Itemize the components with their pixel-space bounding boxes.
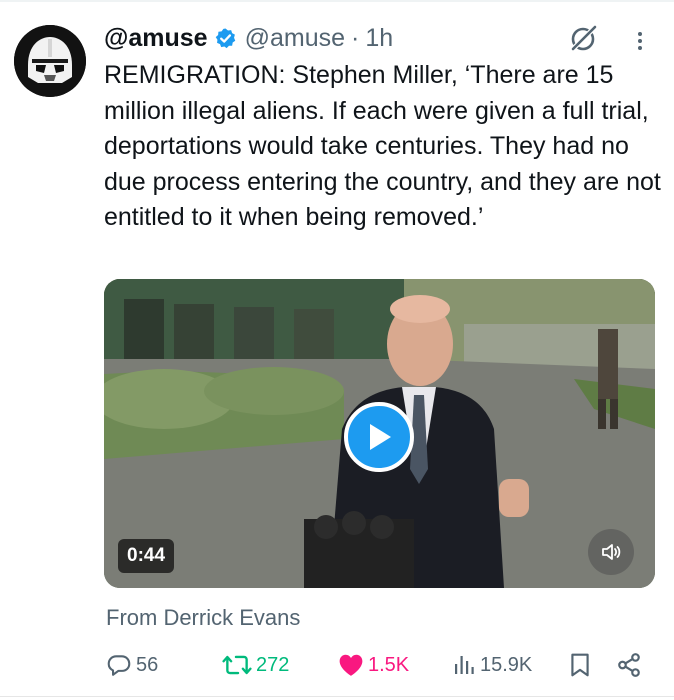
view-count: 15.9K (480, 653, 533, 676)
repost-count: 272 (256, 653, 290, 676)
tweet-header: @amuse @amuse · 1h (104, 22, 393, 54)
reply-button[interactable]: 56 (106, 648, 158, 682)
like-count: 1.5K (368, 653, 410, 676)
reply-icon (107, 655, 131, 676)
like-button[interactable]: 1.5K (338, 648, 409, 682)
action-bar: 56 272 1.5K 15.9K (106, 648, 646, 682)
avatar[interactable] (14, 25, 86, 97)
views-chart-icon (455, 656, 474, 674)
bookmark-button[interactable] (568, 648, 592, 682)
header-separator: · (351, 23, 360, 52)
repost-icon (222, 655, 252, 675)
play-icon (370, 424, 391, 450)
timestamp[interactable]: 1h (365, 24, 393, 53)
share-button[interactable] (616, 648, 642, 682)
reply-count: 56 (136, 653, 159, 676)
tweet-text: REMIGRATION: Stephen Miller, ‘There are … (104, 61, 661, 231)
top-divider (0, 0, 674, 2)
media-attribution[interactable]: From Derrick Evans (106, 605, 300, 631)
play-button[interactable] (344, 402, 414, 472)
video-player[interactable]: 0:44 (104, 279, 655, 588)
heart-filled-icon (339, 654, 363, 676)
bookmark-icon (571, 653, 589, 677)
views-button[interactable]: 15.9K (452, 648, 532, 682)
video-duration: 0:44 (118, 539, 175, 573)
volume-muted-icon[interactable] (588, 529, 634, 575)
repost-button[interactable]: 272 (222, 648, 289, 682)
more-options-icon[interactable] (626, 28, 654, 54)
share-icon (618, 653, 640, 677)
display-name[interactable]: @amuse (104, 24, 208, 53)
bottom-divider (0, 696, 674, 697)
verified-badge-icon (214, 27, 237, 50)
grok-icon[interactable] (568, 24, 598, 54)
user-handle[interactable]: @amuse (245, 24, 345, 53)
